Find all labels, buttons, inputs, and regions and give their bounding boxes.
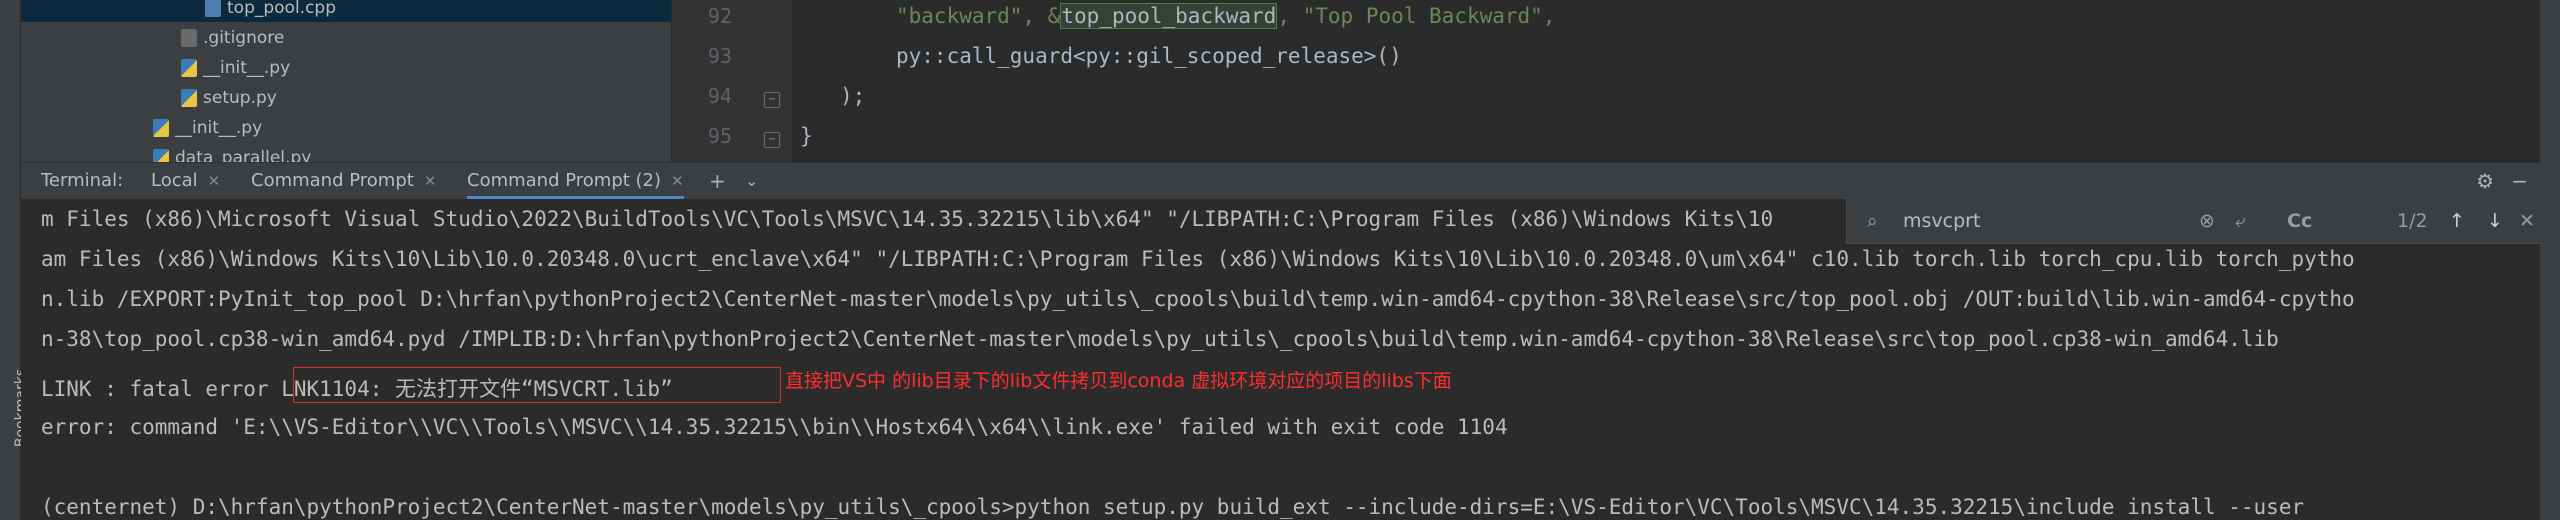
cpp-file-icon [205,0,221,17]
line-number: 92 [707,4,732,28]
terminal-line: am Files (x86)\Windows Kits\10\Lib\10.0.… [41,247,2355,271]
tab-label: Local [151,170,198,191]
tab-label: Command Prompt (2) [467,170,662,191]
tree-item-top-pool-cpp[interactable]: top_pool.cpp [21,0,671,22]
tree-item-label: .gitignore [203,28,285,48]
line-number: 95 [707,124,732,148]
search-highlight: top_pool_backward [1060,3,1278,29]
python-file-icon [181,59,197,77]
python-file-icon [181,89,197,107]
match-count: 1/2 [2397,210,2428,232]
terminal-line: n.lib /EXPORT:PyInit_top_pool D:\hrfan\p… [41,287,2355,311]
tree-item-label: data_parallel.py [175,148,312,162]
clear-search-icon[interactable]: ⊗ [2199,199,2215,243]
terminal-line: m Files (x86)\Microsoft Visual Studio\20… [41,207,1774,231]
terminal-label: Terminal: [41,170,124,191]
search-input[interactable]: msvcprt [1903,199,1980,243]
code-line-95: } [800,124,813,148]
annotation-note: 直接把VS中 的lib目录下的lib文件拷贝到conda 虚拟环境对应的项目的l… [785,370,1452,392]
minus-icon[interactable]: − [2511,163,2528,199]
terminal-line-command: (centernet) D:\hrfan\pythonProject2\Cent… [41,495,2305,519]
chevron-down-icon[interactable]: ⌄ [745,163,758,199]
terminal-line: n-38\top_pool.cp38-win_amd64.pyd /IMPLIB… [41,327,2279,351]
gitignore-file-icon [181,29,197,47]
close-icon[interactable]: ✕ [208,172,221,190]
tree-item-init-py[interactable]: __init__.py [181,54,290,82]
code-string: , "Top Pool Backward", [1277,4,1556,28]
terminal-search-bar: ⌕ msvcprt ⊗ ⤶ Cc 1/2 ↑ ↓ ✕ [1846,199,2541,244]
arrow-up-icon[interactable]: ↑ [2449,199,2465,243]
regex-toggle-icon[interactable]: ⤶ [2235,199,2246,243]
line-gutter: 92 93 94 95 − − [672,0,792,162]
tree-item-label: __init__.py [203,58,291,78]
code-string: "backward", & [896,4,1061,28]
code-line-94: ); [840,84,866,108]
tree-item-setup-py[interactable]: setup.py [181,84,277,112]
error-highlight-box [293,367,781,403]
match-case-toggle[interactable]: Cc [2287,199,2312,243]
tree-item-label: setup.py [203,88,277,108]
close-icon[interactable]: ✕ [424,172,437,190]
tree-item-gitignore[interactable]: .gitignore [181,24,284,52]
tab-local[interactable]: Local ✕ [151,163,220,199]
gear-icon[interactable]: ⚙ [2476,163,2494,199]
plus-icon[interactable]: + [709,163,726,199]
search-icon[interactable]: ⌕ [1867,199,1878,243]
python-file-icon [153,119,169,137]
tree-item-data-parallel-py[interactable]: data_parallel.py [153,144,311,162]
terminal-output[interactable]: m Files (x86)\Microsoft Visual Studio\20… [21,199,2540,520]
tab-command-prompt-2[interactable]: Command Prompt (2) ✕ [467,163,684,199]
fold-marker-icon[interactable]: − [764,132,780,148]
tree-item-init-py[interactable]: __init__.py [153,114,262,142]
code-line-92: "backward", &top_pool_backward, "Top Poo… [896,3,1556,29]
tab-label: Command Prompt [251,170,414,191]
fold-marker-icon[interactable]: − [764,92,780,108]
tree-item-label: top_pool.cpp [227,0,337,18]
code-editor[interactable]: 92 93 94 95 − − "backward", &top_pool_ba… [672,0,2560,162]
terminal-tab-bar: Terminal: Local ✕ Command Prompt ✕ Command… [21,162,2540,200]
close-icon[interactable]: ✕ [671,172,684,190]
close-search-icon[interactable]: ✕ [2519,199,2535,243]
tab-command-prompt[interactable]: Command Prompt ✕ [251,163,436,199]
arrow-down-icon[interactable]: ↓ [2487,199,2503,243]
line-number: 94 [707,84,732,108]
code-line-93: py::call_guard<py::gil_scoped_release>() [896,44,1402,68]
project-tree: top_pool.cpp .gitignore __init__.py setu… [21,0,671,162]
structure-tool-label[interactable]: ure [0,497,1,520]
left-tool-strip: Bookmarks ure [0,0,29,520]
terminal-line: error: command 'E:\\VS-Editor\\VC\\Tools… [41,415,1508,439]
tree-item-label: __init__.py [175,118,263,138]
line-number: 93 [707,44,732,68]
right-tool-strip [2540,0,2560,520]
python-file-icon [153,149,169,162]
